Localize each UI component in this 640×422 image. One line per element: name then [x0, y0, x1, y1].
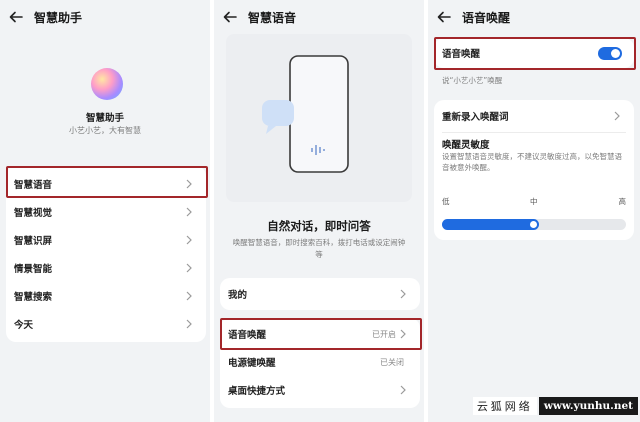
- list-item-smart-search[interactable]: 智慧搜索: [6, 282, 206, 310]
- panel-smart-voice: 智慧语音 自然对话，即时问答 唤醒智慧语音，即时搜索百科，拨打电话或设定闹钟等 …: [214, 0, 424, 422]
- slider-fill: [442, 219, 539, 230]
- slider-label-low: 低: [442, 197, 450, 206]
- page-title: 智慧助手: [34, 10, 83, 25]
- chevron-right-icon: [186, 319, 194, 329]
- wakeup-hint: 说“小艺小艺”唤醒: [442, 76, 503, 85]
- mine-card[interactable]: 我的: [220, 278, 420, 310]
- chevron-right-icon: [186, 207, 194, 217]
- page-title: 智慧语音: [248, 10, 297, 25]
- back-arrow-icon[interactable]: [8, 7, 28, 27]
- list-item-screen-recognition[interactable]: 智慧识屏: [6, 226, 206, 254]
- description: 唤醒智慧语音，即时搜索百科，拨打电话或设定闹钟等: [232, 238, 406, 259]
- row-power-key-wakeup[interactable]: 电源键唤醒 已关闭: [220, 348, 420, 376]
- header: 语音唤醒: [436, 6, 632, 28]
- chevron-right-icon: [614, 111, 622, 121]
- mine-row[interactable]: 我的: [220, 280, 420, 308]
- chevron-right-icon: [400, 385, 408, 395]
- phone-illustration: [226, 34, 412, 202]
- panel-voice-wakeup: 语音唤醒 语音唤醒 说“小艺小艺”唤醒 重新录入唤醒词 唤醒灵敏度 设置智慧语音…: [428, 0, 640, 422]
- divider: [442, 132, 626, 133]
- page-title: 语音唤醒: [462, 10, 511, 25]
- chevron-right-icon: [186, 235, 194, 245]
- highlight-box: [220, 318, 422, 350]
- row-rerecord-wakeword[interactable]: 重新录入唤醒词: [434, 102, 634, 130]
- watermark-cn: 云狐网络: [472, 397, 537, 415]
- chevron-right-icon: [400, 289, 408, 299]
- chevron-right-icon: [186, 263, 194, 273]
- slider-knob[interactable]: [530, 221, 537, 228]
- sensitivity-title: 唤醒灵敏度: [442, 140, 490, 151]
- panel-smart-assistant: 智慧助手 智慧助手 小艺小艺，大有智慧 智慧语音 智慧视觉 智慧识屏 情景智能 …: [0, 0, 210, 422]
- highlight-box: [434, 37, 636, 70]
- list-item-scene-intelligence[interactable]: 情景智能: [6, 254, 206, 282]
- sensitivity-desc: 设置智慧语音灵敏度，不建议灵敏度过高，以免智慧语音被意外唤醒。: [442, 152, 622, 172]
- list-item-smart-vision[interactable]: 智慧视觉: [6, 198, 206, 226]
- row-desktop-shortcut[interactable]: 桌面快捷方式: [220, 376, 420, 404]
- back-arrow-icon[interactable]: [436, 7, 456, 27]
- status-value: 已关闭: [380, 357, 404, 367]
- chevron-right-icon: [186, 291, 194, 301]
- slider-label-high: 高: [618, 197, 627, 206]
- list-item-today[interactable]: 今天: [6, 310, 206, 338]
- watermark: 云狐网络 www.yunhu.net: [430, 394, 638, 418]
- sensitivity-card: 重新录入唤醒词 唤醒灵敏度 设置智慧语音灵敏度，不建议灵敏度过高，以免智慧语音被…: [434, 100, 634, 240]
- watermark-url: www.yunhu.net: [538, 397, 638, 415]
- slider-label-mid: 中: [530, 197, 538, 206]
- app-tagline: 小艺小艺，大有智慧: [69, 126, 141, 135]
- header: 智慧助手: [8, 6, 202, 28]
- assistant-logo-icon: [91, 68, 123, 100]
- headline: 自然对话，即时问答: [267, 219, 371, 233]
- sensitivity-slider[interactable]: [442, 219, 626, 230]
- highlight-box: [6, 166, 208, 198]
- app-name: 智慧助手: [85, 113, 124, 124]
- back-arrow-icon[interactable]: [222, 7, 242, 27]
- header: 智慧语音: [222, 6, 416, 28]
